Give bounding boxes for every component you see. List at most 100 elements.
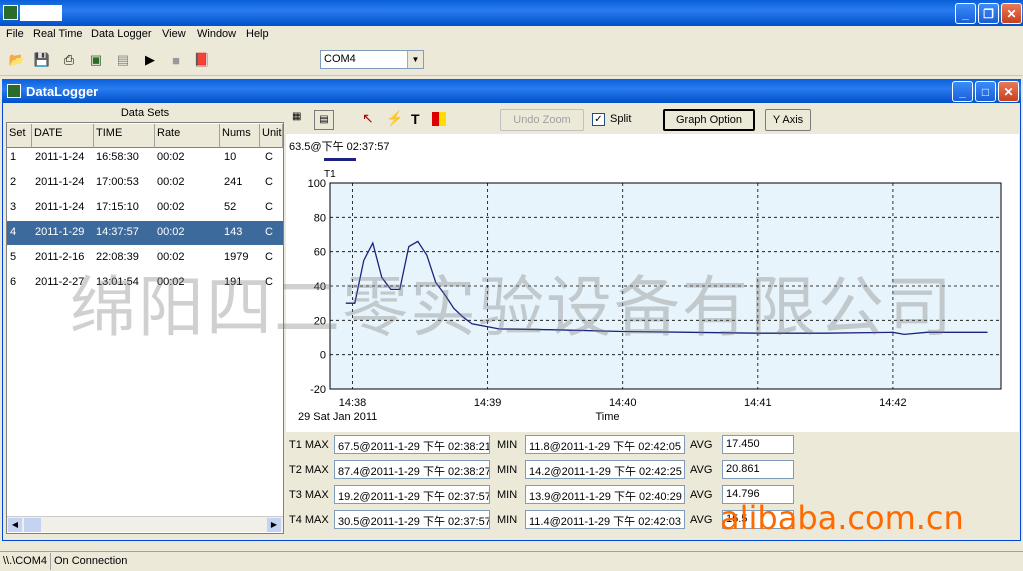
stat-min-field[interactable]: 13.9@2011-1-29 下午 02:40:29 xyxy=(525,485,685,504)
cell-rate: 00:02 xyxy=(157,226,185,238)
title-bar xyxy=(0,0,1023,26)
scroll-thumb[interactable] xyxy=(24,518,41,532)
alibaba-watermark: alibaba.com.cn xyxy=(720,499,964,537)
stat-max-field[interactable]: 30.5@2011-1-29 下午 02:37:57 xyxy=(334,510,490,529)
cell-set: 2 xyxy=(10,176,17,188)
col-set[interactable]: Set xyxy=(7,124,32,148)
split-view-icon[interactable]: ▤ xyxy=(314,110,334,130)
stat-max-field[interactable]: 67.5@2011-1-29 下午 02:38:21 xyxy=(334,435,490,454)
col-time[interactable]: TIME xyxy=(94,124,155,148)
status-port: \\.\COM4 xyxy=(3,555,48,567)
cell-set: 1 xyxy=(10,151,17,163)
print-icon[interactable]: ⎙ xyxy=(60,51,78,69)
child-maximize-button[interactable]: □ xyxy=(975,81,996,102)
chevron-down-icon[interactable]: ▼ xyxy=(407,51,423,68)
table-row[interactable]: 2 2011-1-24 17:00:53 00:02 241 C xyxy=(7,171,283,195)
stat-avg-field[interactable]: 17.450 xyxy=(722,435,794,454)
x-tick-label: 14:42 xyxy=(879,397,907,409)
minimize-button[interactable]: _ xyxy=(955,3,976,24)
stat-min-label: MIN xyxy=(497,464,518,476)
restore-button[interactable]: ❐ xyxy=(978,3,999,24)
zoom-tool-icon[interactable]: ⚡ xyxy=(386,110,403,127)
col-rate[interactable]: Rate xyxy=(155,124,220,148)
open-icon[interactable]: 📂 xyxy=(8,51,26,69)
stat-min-label: MIN xyxy=(497,439,518,451)
stat-max-field[interactable]: 87.4@2011-1-29 下午 02:38:27 xyxy=(334,460,490,479)
logger-icon[interactable]: ▣ xyxy=(87,51,105,69)
table-row[interactable]: 3 2011-1-24 17:15:10 00:02 52 C xyxy=(7,196,283,220)
cell-time: 17:15:10 xyxy=(96,201,139,213)
cell-rate: 00:02 xyxy=(157,201,185,213)
split-checkbox[interactable]: ✓ xyxy=(592,113,605,126)
play-icon[interactable]: ▶ xyxy=(141,51,159,69)
child-minimize-button[interactable]: _ xyxy=(952,81,973,102)
col-unit[interactable]: Unit xyxy=(260,124,283,148)
stop-icon[interactable]: ■ xyxy=(167,51,185,69)
cell-rate: 00:02 xyxy=(157,151,185,163)
pointer-icon[interactable]: ↖ xyxy=(362,110,374,127)
stat-avg-label: AVG xyxy=(690,514,713,526)
close-button[interactable]: ✕ xyxy=(1001,3,1022,24)
book-icon[interactable]: 📕 xyxy=(193,51,211,69)
stat-avg-label: AVG xyxy=(690,439,713,451)
y-tick-label: -20 xyxy=(310,384,326,396)
graph-option-button[interactable]: Graph Option xyxy=(663,109,755,131)
cell-set: 4 xyxy=(10,226,17,238)
x-axis-label: Time xyxy=(596,411,620,423)
table-row[interactable]: 1 2011-1-24 16:58:30 00:02 10 C xyxy=(7,146,283,170)
y-tick-label: 80 xyxy=(314,212,326,224)
cell-date: 2011-1-24 xyxy=(35,151,85,163)
menu-data-logger[interactable]: Data Logger xyxy=(91,28,152,40)
app-icon xyxy=(3,5,18,20)
grid-view-icon[interactable]: ▦ xyxy=(292,111,301,122)
graph-toolbar: ▦ ▤ ↖ ⚡ T Undo Zoom ✓ Split Graph Option… xyxy=(286,106,1019,134)
menu-view[interactable]: View xyxy=(162,28,186,40)
cell-unit: C xyxy=(265,176,273,188)
cell-date: 2011-1-24 xyxy=(35,176,85,188)
stat-min-field[interactable]: 11.4@2011-1-29 下午 02:42:03 xyxy=(525,510,685,529)
stat-avg-field[interactable]: 20.861 xyxy=(722,460,794,479)
datalogger-title-bar xyxy=(2,79,1021,103)
scroll-right-icon[interactable]: ▶ xyxy=(267,518,281,532)
cell-rate: 00:02 xyxy=(157,176,185,188)
status-divider xyxy=(50,553,51,570)
port-select[interactable]: COM4 ▼ xyxy=(320,50,424,69)
stat-avg-label: AVG xyxy=(690,464,713,476)
status-connection: On Connection xyxy=(54,555,128,567)
save-icon[interactable]: 💾 xyxy=(33,51,51,69)
date-label: 29 Sat Jan 2011 xyxy=(298,411,377,423)
undo-zoom-button[interactable]: Undo Zoom xyxy=(500,109,584,131)
stat-min-field[interactable]: 14.2@2011-1-29 下午 02:42:25 xyxy=(525,460,685,479)
y-tick-label: 0 xyxy=(320,350,326,362)
y-axis-button[interactable]: Y Axis xyxy=(765,109,811,131)
stat-min-label: MIN xyxy=(497,514,518,526)
menu-file[interactable]: File xyxy=(6,28,24,40)
split-label: Split xyxy=(610,113,632,125)
stat-max-field[interactable]: 19.2@2011-1-29 下午 02:37:57 xyxy=(334,485,490,504)
cell-date: 2011-1-24 xyxy=(35,201,85,213)
horizontal-scrollbar[interactable]: ◀ ▶ xyxy=(7,516,283,532)
scroll-left-icon[interactable]: ◀ xyxy=(8,518,22,532)
table-row[interactable]: 4 2011-1-29 14:37:57 00:02 143 C xyxy=(7,221,283,245)
menu-window[interactable]: Window xyxy=(197,28,236,40)
cell-time: 14:37:57 xyxy=(96,226,139,238)
datalogger-title: DataLogger xyxy=(26,84,99,99)
child-close-button[interactable]: ✕ xyxy=(998,81,1019,102)
status-bar: \\.\COM4 On Connection xyxy=(0,551,1023,571)
cell-set: 5 xyxy=(10,251,17,263)
cell-unit: C xyxy=(265,201,273,213)
x-tick-label: 14:40 xyxy=(609,397,637,409)
legend-swatch xyxy=(324,158,356,161)
grid-icon[interactable]: ▤ xyxy=(114,51,132,69)
legend-label: T1 xyxy=(324,169,336,180)
x-tick-label: 14:39 xyxy=(474,397,502,409)
cell-time: 16:58:30 xyxy=(96,151,139,163)
color-tool-icon[interactable] xyxy=(432,112,446,126)
col-date[interactable]: DATE xyxy=(32,124,94,148)
stat-label: T3 MAX xyxy=(289,489,329,501)
text-tool-icon[interactable]: T xyxy=(411,111,420,127)
menu-help[interactable]: Help xyxy=(246,28,269,40)
menu-real-time[interactable]: Real Time xyxy=(33,28,83,40)
col-nums[interactable]: Nums xyxy=(220,124,260,148)
stat-min-field[interactable]: 11.8@2011-1-29 下午 02:42:05 xyxy=(525,435,685,454)
